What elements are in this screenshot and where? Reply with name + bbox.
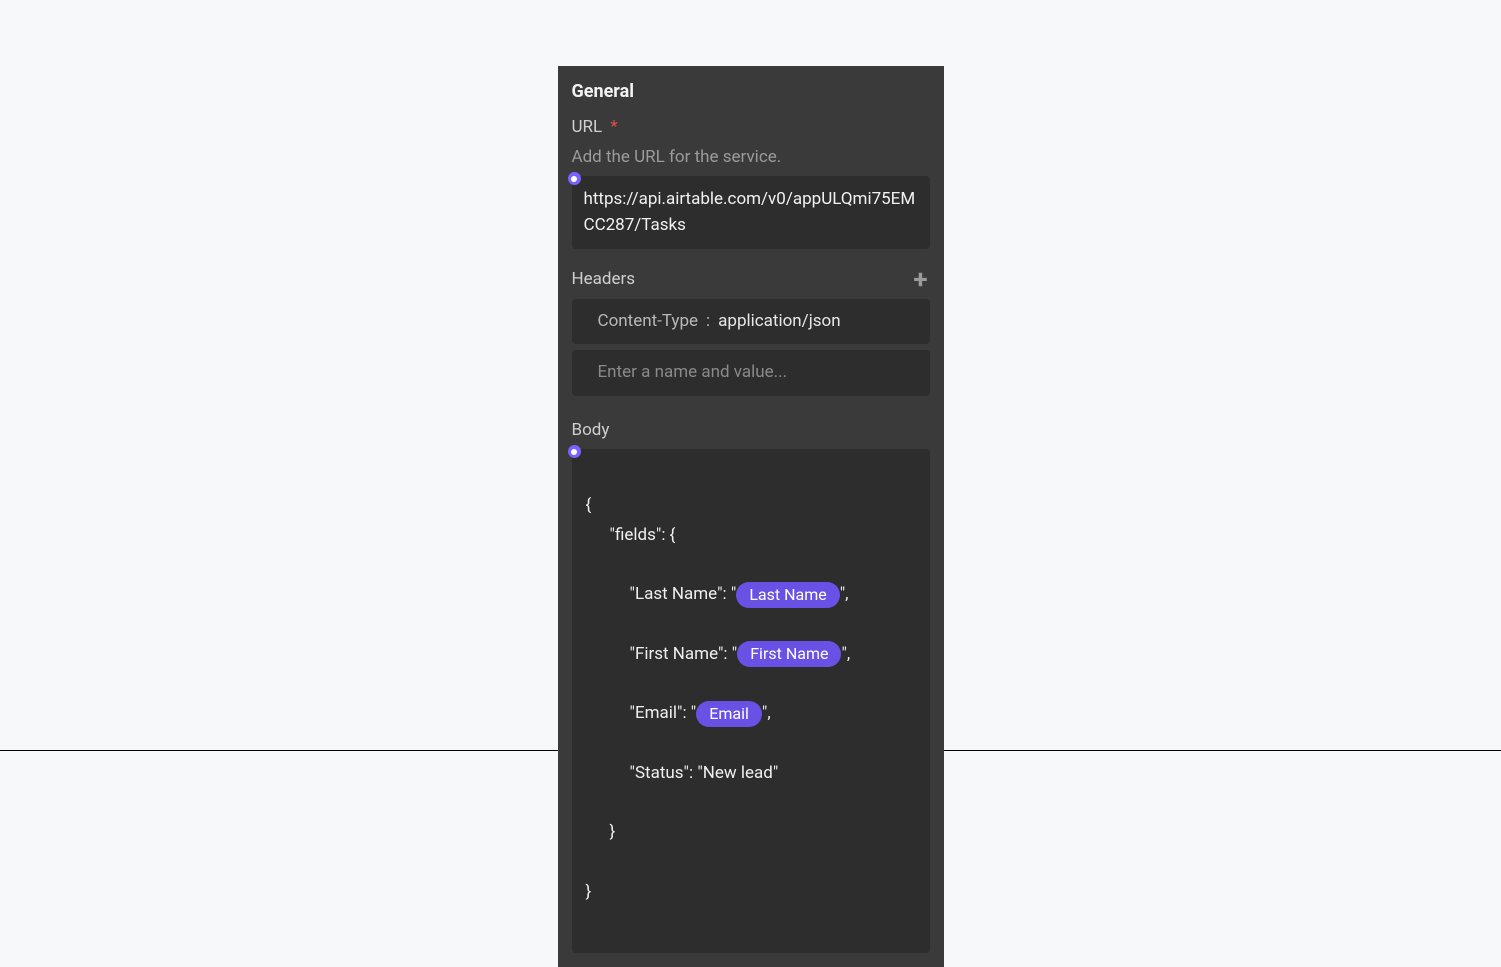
header-value: application/json [718, 309, 840, 335]
body-line: "First Name": "First Name", [586, 640, 916, 670]
header-name: Content-Type [598, 309, 699, 335]
body-input-wrap: { "fields": { "Last Name": "Last Name", … [572, 449, 930, 953]
body-label: Body [572, 418, 930, 444]
plus-icon: + [913, 265, 927, 295]
headers-label: Headers [572, 267, 636, 293]
body-text: ", [840, 584, 849, 604]
body-input[interactable]: { "fields": { "Last Name": "Last Name", … [572, 449, 930, 953]
headers-section-row: Headers + [572, 267, 930, 293]
body-text: ", [762, 703, 771, 723]
url-input[interactable]: https://api.airtable.com/v0/appULQmi75EM… [572, 176, 930, 249]
header-placeholder-input[interactable]: Enter a name and value... [572, 350, 930, 396]
variable-indicator-icon [568, 172, 581, 185]
body-text: "Last Name": " [630, 584, 737, 604]
body-line: "Status": "New lead" [586, 759, 916, 789]
body-line: "Last Name": "Last Name", [586, 580, 916, 610]
variable-pill-email[interactable]: Email [696, 701, 762, 727]
variable-pill-last-name[interactable]: Last Name [736, 582, 839, 608]
variable-indicator-icon [568, 445, 581, 458]
general-panel: General URL * Add the URL for the servic… [558, 66, 944, 967]
variable-pill-first-name[interactable]: First Name [737, 641, 841, 667]
required-asterisk: * [610, 117, 617, 137]
body-line: { [586, 495, 592, 515]
body-text: "First Name": " [630, 644, 738, 664]
url-label-text: URL [572, 117, 603, 137]
header-separator: : [706, 309, 710, 335]
add-header-button[interactable]: + [911, 267, 929, 293]
url-input-wrap: https://api.airtable.com/v0/appULQmi75EM… [572, 176, 930, 249]
panel-title: General [572, 78, 930, 105]
url-help-text: Add the URL for the service. [572, 145, 930, 171]
body-line: "fields": { [586, 521, 916, 551]
header-row[interactable]: Content-Type : application/json [572, 299, 930, 345]
body-line: } [586, 882, 592, 902]
url-label: URL * [572, 115, 930, 141]
body-text: "Email": " [630, 703, 697, 723]
body-text: ", [841, 644, 850, 664]
body-line: "Email": "Email", [586, 699, 916, 729]
body-line: } [586, 818, 916, 848]
